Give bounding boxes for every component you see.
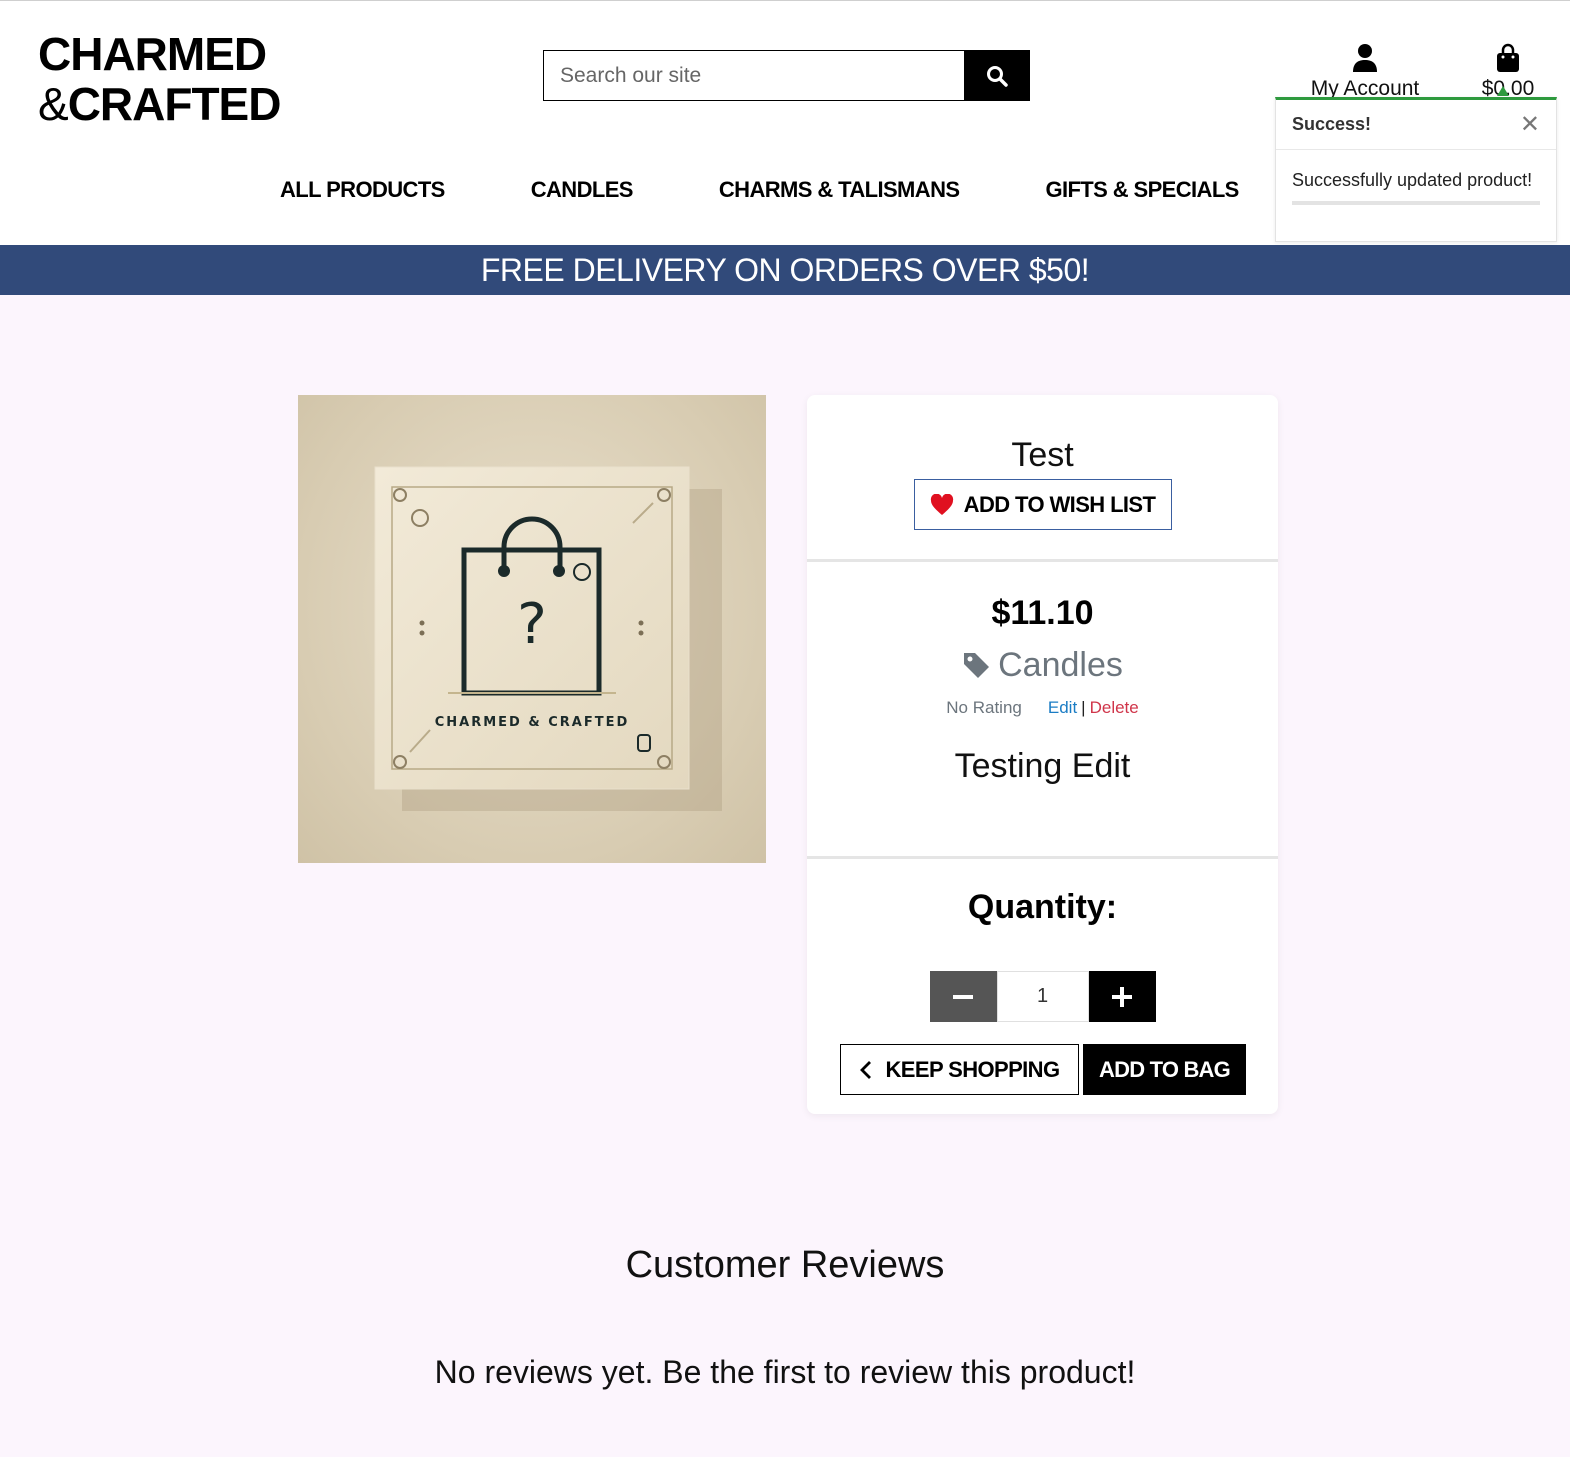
nav-gifts-specials[interactable]: GIFTS & SPECIALS bbox=[1045, 177, 1239, 203]
tag-icon bbox=[964, 653, 990, 678]
toast-title: Success! bbox=[1292, 114, 1372, 134]
product-category-link[interactable]: Candles bbox=[807, 644, 1278, 686]
logo-line-1: CHARMED bbox=[38, 28, 267, 80]
nav-candles[interactable]: CANDLES bbox=[531, 177, 634, 203]
product-rating: No Rating bbox=[946, 698, 1022, 717]
quantity-stepper bbox=[929, 971, 1156, 1022]
shopping-bag-icon bbox=[1497, 43, 1519, 72]
magnifier-icon bbox=[987, 65, 1008, 87]
product-description: Testing Edit bbox=[954, 747, 1131, 785]
product-title-section: Test ADD TO WISH LIST bbox=[807, 395, 1278, 562]
quantity-input[interactable] bbox=[996, 971, 1089, 1022]
delete-product-link[interactable]: Delete bbox=[1090, 698, 1139, 718]
product-box-illustration: ? CHARMED & CRAFTED bbox=[374, 466, 722, 811]
product-details-card: Test ADD TO WISH LIST $11.10 Candles No … bbox=[807, 395, 1278, 1114]
nav-all-products[interactable]: ALL PRODUCTS bbox=[280, 177, 445, 203]
reviews-title: Customer Reviews bbox=[625, 1244, 945, 1286]
delivery-banner: FREE DELIVERY ON ORDERS OVER $50! bbox=[0, 245, 1570, 295]
my-account-link[interactable]: My Account bbox=[1300, 43, 1430, 101]
logo-line-2-wrap: &CRAFTED bbox=[38, 78, 282, 130]
keep-shopping-button[interactable]: KEEP SHOPPING bbox=[840, 1044, 1079, 1095]
search-button[interactable] bbox=[964, 50, 1030, 101]
purchase-actions: KEEP SHOPPING ADD TO BAG bbox=[840, 1044, 1278, 1095]
site-logo[interactable]: CHARMED &CRAFTED bbox=[38, 28, 282, 130]
keep-shopping-label: KEEP SHOPPING bbox=[885, 1056, 1061, 1082]
close-icon[interactable]: ✕ bbox=[1520, 110, 1540, 139]
logo-ampersand: & bbox=[38, 78, 69, 130]
chevron-left-icon bbox=[859, 1060, 871, 1079]
product-price: $11.10 bbox=[991, 594, 1094, 632]
product-box-brand: CHARMED & CRAFTED bbox=[435, 715, 630, 730]
edit-product-link[interactable]: Edit bbox=[1048, 698, 1077, 718]
add-to-bag-button[interactable]: ADD TO BAG bbox=[1083, 1044, 1246, 1095]
heart-icon bbox=[930, 493, 953, 515]
toast-arrow bbox=[1497, 86, 1509, 96]
category-label: Candles bbox=[998, 646, 1123, 684]
search-input[interactable] bbox=[543, 50, 964, 101]
plus-icon bbox=[1112, 986, 1132, 1007]
search-form bbox=[543, 50, 1030, 101]
user-icon bbox=[1353, 44, 1377, 72]
product-name: Test bbox=[1011, 436, 1074, 474]
product-meta: No Rating Edit | Delete bbox=[807, 698, 1278, 718]
quantity-label: Quantity: bbox=[967, 888, 1118, 926]
minus-icon bbox=[953, 994, 973, 999]
toast-message: Successfully updated product! bbox=[1292, 170, 1533, 190]
toast-progress-bar bbox=[1292, 201, 1540, 205]
meta-separator: | bbox=[1081, 698, 1086, 717]
no-reviews-text: No reviews yet. Be the first to review t… bbox=[434, 1354, 1136, 1390]
nav-charms-talismans[interactable]: CHARMS & TALISMANS bbox=[719, 177, 960, 203]
logo-line-2: CRAFTED bbox=[67, 78, 282, 130]
purchase-section: Quantity: KEEP SHOPPING ADD TO BAG bbox=[807, 859, 1278, 1095]
wishlist-label: ADD TO WISH LIST bbox=[963, 491, 1156, 517]
add-to-wishlist-button[interactable]: ADD TO WISH LIST bbox=[913, 479, 1172, 530]
decrement-button[interactable] bbox=[929, 971, 997, 1022]
toast-header: Success! ✕ bbox=[1276, 100, 1556, 150]
main-nav: ALL PRODUCTS CANDLES CHARMS & TALISMANS … bbox=[280, 177, 1325, 203]
svg-text:?: ? bbox=[517, 592, 547, 657]
increment-button[interactable] bbox=[1088, 971, 1156, 1022]
product-image: ? CHARMED & CRAFTED bbox=[298, 395, 766, 863]
success-toast: Success! ✕ Successfully updated product! bbox=[1275, 97, 1557, 242]
product-info-section: $11.10 Candles No Rating Edit | Delete T… bbox=[807, 562, 1278, 859]
